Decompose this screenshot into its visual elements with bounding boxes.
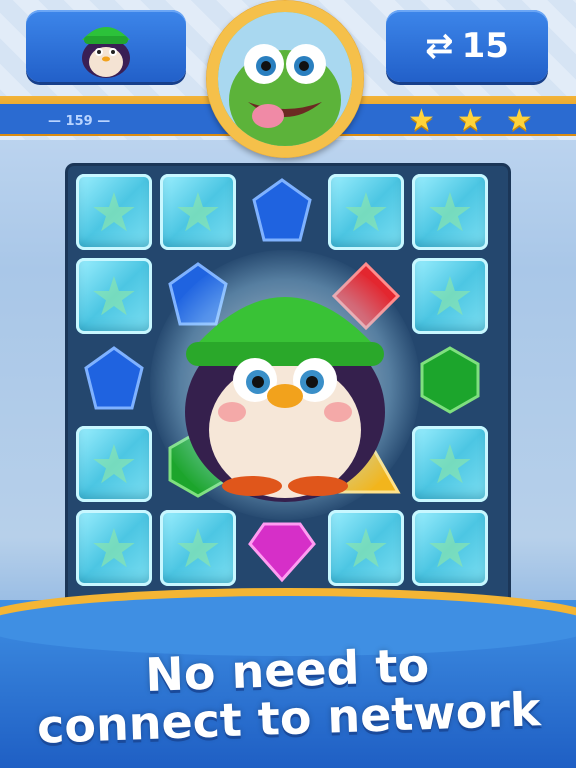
- opponent-avatar-frame[interactable]: [206, 0, 364, 158]
- ice-tile[interactable]: [76, 510, 152, 586]
- gem-blue-tile[interactable]: [76, 342, 152, 418]
- moves-counter: 15: [461, 26, 509, 66]
- ice-tile[interactable]: [328, 174, 404, 250]
- ice-tile[interactable]: [76, 258, 152, 334]
- ice-tile[interactable]: [160, 174, 236, 250]
- player-panel[interactable]: [26, 10, 186, 82]
- moves-panel: ⇄ 15: [386, 10, 548, 82]
- gem-purple-tile[interactable]: [244, 510, 320, 586]
- swap-arrows-icon: ⇄: [425, 26, 454, 66]
- ice-tile[interactable]: [328, 510, 404, 586]
- star-icon: ★: [505, 103, 533, 138]
- ice-tile[interactable]: [76, 426, 152, 502]
- star-icon: ★: [408, 103, 435, 138]
- penguin-character: [185, 297, 385, 502]
- gem-blue-tile[interactable]: [244, 174, 320, 250]
- ice-tile[interactable]: [412, 426, 488, 502]
- ice-tile[interactable]: [412, 258, 488, 334]
- star-icon: ★: [456, 103, 484, 138]
- ice-tile[interactable]: [412, 510, 488, 586]
- level-number: — 159 —: [48, 114, 111, 129]
- promo-tagline: No need to connect to network: [0, 636, 576, 754]
- gem-green-tile[interactable]: [412, 342, 488, 418]
- star-rating: ★ ★ ★: [408, 104, 568, 138]
- ice-tile[interactable]: [412, 174, 488, 250]
- penguin-avatar-icon: [82, 27, 130, 78]
- ice-tile[interactable]: [160, 510, 236, 586]
- ice-tile[interactable]: [76, 174, 152, 250]
- dinosaur-avatar-icon: [218, 12, 352, 146]
